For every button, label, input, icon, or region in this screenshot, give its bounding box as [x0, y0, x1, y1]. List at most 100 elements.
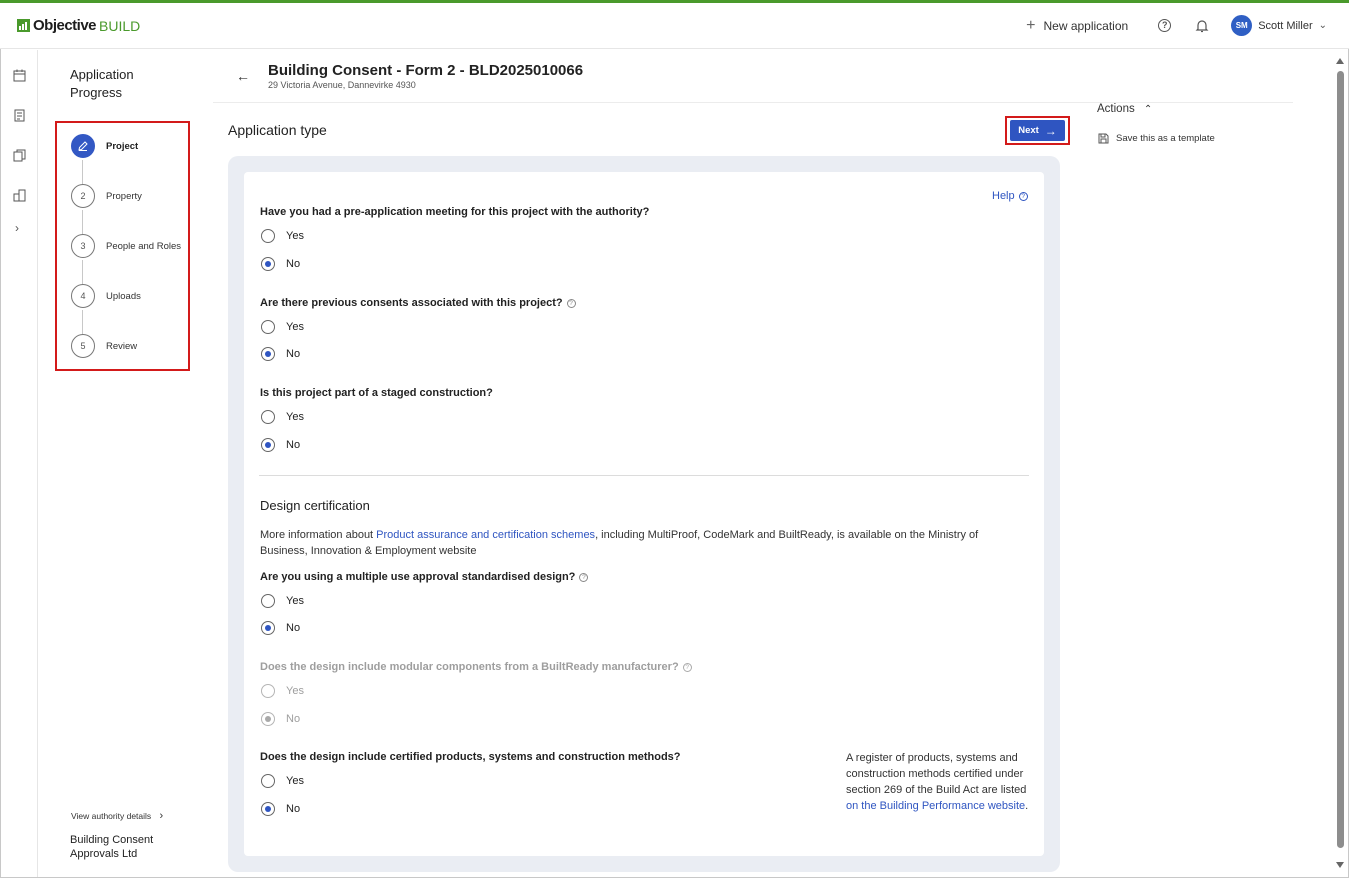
building-performance-link[interactable]: on the Building Performance website: [846, 800, 1025, 812]
page-title: Building Consent - Form 2 - BLD202501006…: [268, 62, 584, 79]
expand-chevron-icon[interactable]: ›: [15, 221, 19, 235]
question-staged-construction: Is this project part of a staged constru…: [260, 387, 493, 399]
scroll-up-arrow-icon[interactable]: [1336, 58, 1344, 64]
q6-no-radio[interactable]: No: [261, 802, 300, 816]
q2-yes-radio[interactable]: Yes: [261, 320, 304, 334]
question-text: Have you had a pre-application meeting f…: [260, 206, 650, 218]
question-icon[interactable]: ?: [579, 572, 589, 582]
q1-no-radio[interactable]: No: [261, 257, 300, 271]
scroll-down-arrow-icon[interactable]: [1336, 862, 1344, 868]
help-circle-icon[interactable]: ?: [1158, 19, 1172, 32]
actions-toggle[interactable]: Actions ⌃: [1097, 103, 1152, 115]
q4-no-radio[interactable]: No: [261, 621, 300, 635]
question-text: Does the design include modular componen…: [260, 661, 679, 673]
scrollbar-thumb[interactable]: [1337, 71, 1344, 848]
arrow-right-icon: →: [1044, 123, 1057, 138]
step-number: 2: [71, 184, 95, 208]
logo-bars-icon: [17, 19, 30, 32]
q1-yes-radio[interactable]: Yes: [261, 229, 304, 243]
radio-button[interactable]: [261, 594, 275, 608]
logo-text-bold: Objective: [33, 17, 97, 34]
app-logo[interactable]: Objective BUILD: [17, 17, 140, 34]
radio-button[interactable]: [261, 438, 275, 452]
q2-no-radio[interactable]: No: [261, 347, 300, 361]
step-label: People and Roles: [106, 240, 181, 252]
step-people-and-roles[interactable]: 3 People and Roles: [71, 234, 181, 258]
radio-button[interactable]: [261, 320, 275, 334]
radio-button: [261, 712, 275, 726]
avatar[interactable]: SM: [1231, 15, 1253, 36]
new-application-button[interactable]: + New application: [1026, 17, 1128, 34]
step-connector: [82, 160, 83, 186]
step-connector: [82, 260, 83, 286]
radio-button[interactable]: [261, 802, 275, 816]
question-icon[interactable]: ?: [566, 298, 576, 308]
step-number: 3: [71, 234, 95, 258]
q4-yes-radio[interactable]: Yes: [261, 594, 304, 608]
bell-icon[interactable]: [1195, 19, 1209, 33]
step-project[interactable]: Project: [71, 134, 138, 158]
save-template-label: Save this as a template: [1116, 133, 1215, 144]
option-label: Yes: [286, 595, 304, 607]
actions-label: Actions: [1097, 103, 1135, 115]
user-name[interactable]: Scott Miller: [1258, 20, 1312, 32]
building-icon[interactable]: [13, 189, 26, 202]
step-number: 4: [71, 284, 95, 308]
authority-line1: Building Consent: [70, 834, 154, 846]
step-label: Property: [106, 190, 142, 202]
step-connector: [82, 310, 83, 336]
back-arrow-icon[interactable]: ←: [236, 68, 250, 84]
logo-text-light: BUILD: [99, 17, 141, 34]
authority-name: Building Consent Approvals Ltd: [70, 833, 153, 861]
step-uploads[interactable]: 4 Uploads: [71, 284, 141, 308]
top-right-controls: + New application ? SM Scott Miller ⌄: [1026, 15, 1327, 36]
progress-steps: Project 2 Property 3 People and Roles 4 …: [55, 121, 190, 371]
radio-button[interactable]: [261, 774, 275, 788]
q5-no-radio: No: [261, 712, 300, 726]
page-subtitle: 29 Victoria Avenue, Dannevirke 4930: [268, 80, 416, 90]
note-text-pre: A register of products, systems and cons…: [846, 752, 1027, 796]
q5-yes-radio: Yes: [261, 684, 304, 698]
radio-button[interactable]: [261, 347, 275, 361]
q3-yes-radio[interactable]: Yes: [261, 410, 304, 424]
design-certification-heading: Design certification: [260, 498, 370, 513]
chevron-down-icon[interactable]: ⌄: [1319, 20, 1327, 31]
question-icon: ?: [1018, 191, 1028, 201]
calendar-icon[interactable]: [13, 69, 26, 82]
next-label: Next: [1018, 125, 1039, 136]
info-text-pre: More information about: [260, 529, 377, 541]
step-property[interactable]: 2 Property: [71, 184, 142, 208]
checklist-icon[interactable]: [13, 109, 26, 122]
radio-button[interactable]: [261, 621, 275, 635]
radio-button[interactable]: [261, 410, 275, 424]
radio-button[interactable]: [261, 257, 275, 271]
progress-title-line2: Progress: [70, 85, 123, 100]
question-multiple-use-approval: Are you using a multiple use approval st…: [260, 571, 589, 583]
radio-button: [261, 684, 275, 698]
documents-icon[interactable]: [13, 149, 26, 162]
q3-no-radio[interactable]: No: [261, 438, 300, 452]
option-label: No: [286, 803, 301, 815]
help-label: Help: [992, 190, 1015, 202]
next-button[interactable]: Next →: [1010, 120, 1065, 141]
progress-title: Application Progress: [70, 66, 134, 102]
step-label: Uploads: [106, 290, 141, 302]
help-link[interactable]: Help ?: [992, 190, 1028, 202]
pencil-icon: [71, 134, 95, 158]
step-review[interactable]: 5 Review: [71, 334, 137, 358]
q6-yes-radio[interactable]: Yes: [261, 774, 304, 788]
section-title: Application type: [228, 122, 327, 138]
question-previous-consents: Are there previous consents associated w…: [260, 297, 576, 309]
view-authority-details-link[interactable]: View authority details ›: [71, 810, 163, 822]
product-assurance-link[interactable]: Product assurance and certification sche…: [376, 529, 595, 541]
save-template-button[interactable]: Save this as a template: [1098, 133, 1215, 144]
question-certified-products: Does the design include certified produc…: [260, 751, 681, 763]
top-bar: Objective BUILD + New application ? SM S…: [0, 3, 1349, 49]
question-text: Are you using a multiple use approval st…: [260, 571, 576, 583]
question-icon[interactable]: ?: [682, 662, 692, 672]
radio-button[interactable]: [261, 229, 275, 243]
option-label: Yes: [286, 411, 304, 423]
question-text: Are there previous consents associated w…: [260, 297, 563, 309]
left-rail: ›: [0, 50, 38, 877]
question-builtready-modular: Does the design include modular componen…: [260, 661, 692, 673]
